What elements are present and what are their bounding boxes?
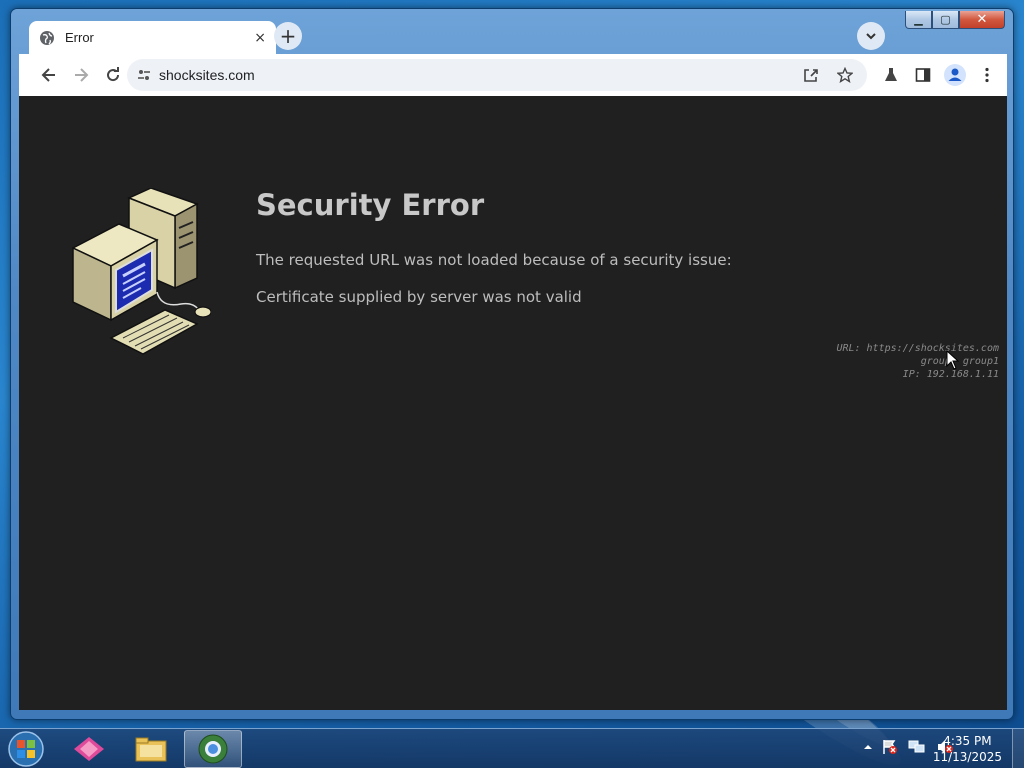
tab-error[interactable]: Error × — [29, 21, 276, 54]
request-info: URL: https://shocksites.com group: group… — [836, 342, 999, 381]
reload-button[interactable] — [97, 59, 129, 91]
error-reason: Certificate supplied by server was not v… — [256, 288, 582, 306]
reload-icon — [107, 67, 120, 82]
forward-button[interactable] — [65, 59, 97, 91]
network-icon[interactable] — [908, 739, 926, 755]
info-group: group: group1 — [920, 356, 999, 367]
app-diamond-icon — [74, 737, 104, 761]
tray-expand-icon[interactable] — [864, 743, 872, 751]
windows-start-icon — [8, 731, 44, 767]
new-tab-button[interactable]: + — [274, 22, 302, 50]
side-panel-icon — [915, 68, 931, 82]
menu-button[interactable] — [973, 59, 1001, 91]
show-desktop-button[interactable] — [1012, 729, 1024, 768]
mouse-cursor-icon — [946, 350, 960, 370]
window-caption-buttons: ▁ ▢ ✕ — [905, 11, 1005, 29]
tab-title: Error — [65, 30, 94, 45]
toolbar-right-actions — [877, 59, 1001, 91]
tab-close-button[interactable]: × — [254, 30, 266, 46]
system-clock[interactable]: 4:35 PM 11/13/2025 — [933, 733, 1002, 765]
address-url[interactable]: shocksites.com — [159, 67, 255, 83]
taskbar: 4:35 PM 11/13/2025 — [0, 728, 1024, 768]
taskbar-app-explorer[interactable] — [122, 730, 180, 768]
maximize-button[interactable]: ▢ — [932, 11, 959, 29]
tab-search-button[interactable] — [857, 22, 885, 50]
tune-icon[interactable] — [137, 68, 151, 82]
back-button[interactable] — [33, 59, 65, 91]
share-button[interactable] — [797, 65, 825, 85]
share-icon — [804, 69, 818, 82]
error-message: The requested URL was not loaded because… — [256, 251, 732, 269]
globe-icon — [40, 30, 54, 45]
flask-icon — [885, 68, 897, 81]
address-bar[interactable]: shocksites.com — [127, 59, 867, 91]
side-panel-button[interactable] — [909, 59, 937, 91]
info-ip: IP: 192.168.1.11 — [902, 369, 999, 380]
labs-button[interactable] — [877, 59, 905, 91]
minimize-button[interactable]: ▁ — [905, 11, 932, 29]
arrow-right-icon — [75, 68, 89, 82]
folder-icon — [135, 737, 167, 762]
browser-icon — [198, 734, 228, 764]
info-url: URL: https://shocksites.com — [836, 343, 999, 354]
clock-date: 11/13/2025 — [932, 750, 1002, 764]
clock-time: 4:35 PM — [943, 734, 992, 748]
page-content: Security Error The requested URL was not… — [19, 96, 1007, 710]
browser-toolbar: shocksites.com — [19, 54, 1007, 96]
taskbar-app-tunnelbear[interactable] — [60, 730, 118, 768]
start-button[interactable] — [6, 730, 46, 768]
address-bar-actions — [797, 65, 859, 85]
bookmark-button[interactable] — [831, 65, 859, 85]
star-icon — [837, 67, 853, 83]
page-title: Security Error — [256, 188, 485, 222]
browser-window: ▁ ▢ ✕ Error × + shocksites.com Security … — [10, 8, 1014, 720]
action-center-icon[interactable] — [882, 739, 898, 755]
chevron-down-icon — [866, 33, 876, 40]
close-window-button[interactable]: ✕ — [959, 11, 1005, 29]
taskbar-app-browser[interactable] — [184, 730, 242, 768]
profile-icon — [944, 64, 966, 86]
kebab-menu-icon — [985, 67, 989, 83]
arrow-left-icon — [41, 68, 55, 82]
computer-icon — [71, 188, 211, 355]
profile-button[interactable] — [941, 59, 969, 91]
